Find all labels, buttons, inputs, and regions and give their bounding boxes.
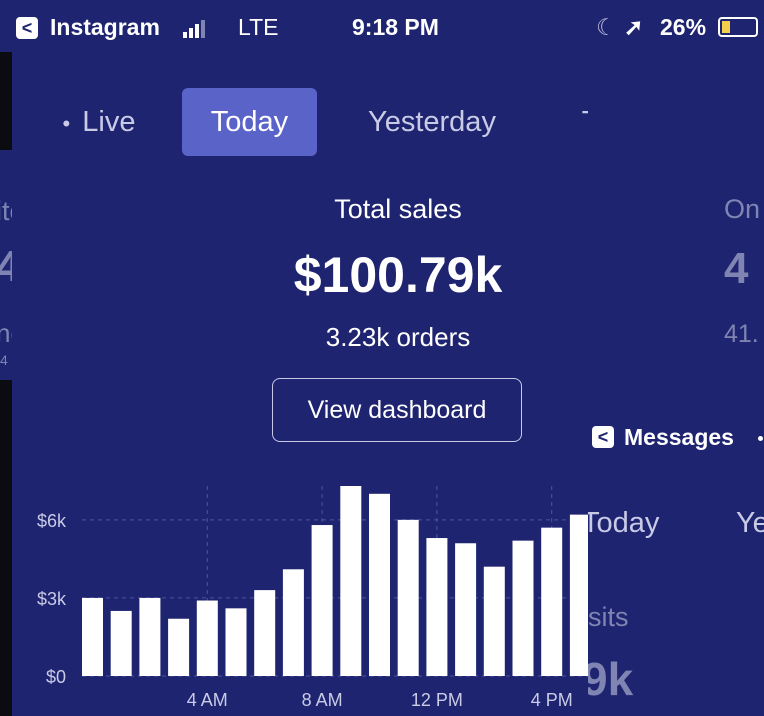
live-dot-icon: • (62, 111, 71, 136)
moon-icon: ☾ (596, 14, 617, 40)
total-sales-value: $100.79k (293, 247, 503, 303)
visits-label: isits (588, 602, 629, 632)
bar-hour-12 (426, 538, 448, 676)
bar-hour-10 (369, 493, 390, 676)
right-tab-yesterday[interactable]: Ye (736, 507, 764, 540)
battery-icon (718, 17, 758, 37)
bar-hour-0 (82, 597, 103, 676)
tab-this-week[interactable]: This week (562, 88, 588, 156)
sales-app-card: • Live Today Yesterday This week Total sa… (12, 8, 588, 716)
bar-hour-2 (139, 597, 161, 676)
bar-hour-7 (282, 569, 304, 676)
bar-hour-16 (541, 527, 563, 676)
chart-bars (82, 486, 588, 676)
status-bar: < Instagram LTE 9:18 PM ☾ ➚ 26% (0, 0, 764, 52)
bar-hour-4 (196, 600, 218, 676)
right-card-sub: 41. (724, 320, 759, 348)
y-tick-label: $6k (37, 511, 67, 531)
tab-today[interactable]: Today (182, 88, 317, 156)
bar-hour-9 (340, 486, 362, 676)
back-to-app-label[interactable]: Instagram (50, 14, 160, 41)
network-label: LTE (238, 14, 279, 40)
bar-hour-13 (455, 543, 477, 676)
total-sales-label: Total sales (334, 194, 462, 224)
messages-back-label[interactable]: Messages (624, 424, 734, 451)
view-dashboard-button[interactable]: View dashboard (272, 378, 522, 442)
bar-hour-17 (569, 514, 588, 676)
tab-live[interactable]: • Live (44, 88, 154, 156)
bar-hour-3 (168, 618, 190, 676)
y-tick-label: $0 (46, 667, 66, 687)
signal-dot-icon (758, 436, 763, 441)
right-card-label: On (724, 194, 761, 224)
visits-value: 9k (588, 653, 634, 705)
battery-percent: 26% (660, 14, 707, 40)
left-card-small: 4 (0, 352, 8, 368)
bar-hour-1 (110, 610, 132, 676)
bar-hour-6 (254, 590, 276, 676)
bar-hour-11 (397, 519, 419, 676)
bar-hour-15 (512, 540, 534, 676)
x-tick-label: 4 PM (531, 690, 573, 710)
y-tick-label: $3k (37, 589, 67, 609)
x-tick-label: 12 PM (411, 690, 463, 710)
chart-y-labels: $6k $3k $0 (37, 511, 67, 687)
back-icon[interactable]: < (592, 426, 614, 448)
x-tick-label: 8 AM (302, 690, 343, 710)
bar-hour-8 (311, 525, 333, 676)
tab-live-label: Live (82, 106, 136, 138)
x-tick-label: 4 AM (187, 690, 228, 710)
tab-yesterday[interactable]: Yesterday (352, 88, 512, 156)
right-card-value: 4 (724, 244, 749, 293)
sales-chart: $6k $3k $0 4 AM 8 AM 12 PM 4 PM (37, 486, 588, 710)
bar-hour-5 (225, 608, 247, 676)
back-icon[interactable]: < (16, 17, 38, 39)
right-app-card[interactable]: On 4 41. < Messages Today Ye isits 9k (588, 52, 764, 716)
orders-count: 3.23k orders (325, 322, 471, 352)
bar-hour-14 (483, 566, 505, 676)
clock: 9:18 PM (352, 14, 439, 40)
location-arrow-icon: ➚ (624, 14, 644, 40)
right-tab-today[interactable]: Today (588, 507, 659, 540)
signal-bars-icon (183, 20, 205, 38)
chart-x-labels: 4 AM 8 AM 12 PM 4 PM (187, 690, 573, 710)
